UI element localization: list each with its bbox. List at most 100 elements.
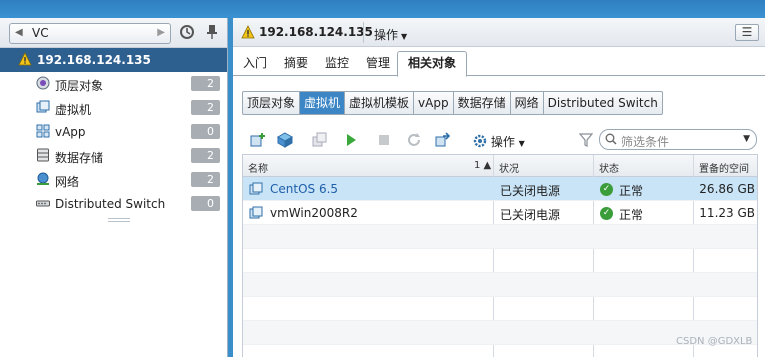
subtab-networks[interactable]: 网络 [511, 92, 544, 114]
navigator-panel: ◀ VC ▶ 192.168.124.135 顶层对象 2 虚拟机 2 vApp… [0, 18, 228, 357]
top-banner [0, 0, 765, 18]
vm-icon [249, 206, 263, 220]
tab-monitor[interactable]: 监控 [325, 54, 349, 71]
actions-label: 操作 [374, 28, 399, 42]
back-navigation-label: VC [32, 26, 49, 40]
chevron-down-icon[interactable]: ▼ [743, 134, 750, 144]
object-header: 192.168.124.135 操作 ▼ ☰ [233, 18, 765, 47]
empty-row [243, 225, 757, 249]
count-badge: 2 [191, 172, 220, 187]
tree-item-top-objects[interactable]: 顶层对象 2 [0, 72, 227, 96]
subtab-vm-templates[interactable]: 虚拟机模板 [345, 92, 415, 114]
migrate-icon[interactable] [435, 132, 451, 148]
tree-item-label: 虚拟机 [55, 103, 92, 117]
chevron-down-icon: ▼ [518, 139, 525, 148]
warning-icon [241, 25, 255, 42]
tree-item-label: Distributed Switch [55, 197, 166, 211]
count-badge: 0 [191, 196, 220, 211]
count-badge: 2 [191, 148, 220, 163]
warning-icon [18, 52, 32, 69]
history-icon[interactable] [178, 24, 196, 42]
tab-related-objects[interactable]: 相关对象 [397, 51, 467, 77]
tab-manage[interactable]: 管理 [366, 54, 390, 71]
tab-summary[interactable]: 摘要 [284, 54, 308, 71]
host-row[interactable]: 192.168.124.135 [0, 48, 227, 72]
vm-grid: 名称 1 ▲ 状况 状态 置备的空间 CentOS 6.5 已关闭电源 ✓ 正常… [242, 154, 758, 357]
tree-item-label: vApp [55, 125, 86, 139]
power-off-icon[interactable] [376, 132, 392, 148]
host-name: 192.168.124.135 [37, 53, 151, 67]
actions-menu-button[interactable]: 操作 ▼ [374, 26, 407, 43]
check-circle-icon: ✓ [600, 207, 613, 220]
power-on-icon[interactable] [343, 132, 359, 148]
status-text: 正常 [619, 184, 644, 198]
provisioned-space: 11.23 GB [699, 206, 755, 220]
subtab-vapp[interactable]: vApp [414, 92, 454, 114]
vm-icon [249, 182, 263, 196]
chevron-down-icon: ▼ [401, 32, 408, 41]
count-badge: 0 [191, 124, 220, 139]
table-row[interactable]: CentOS 6.5 已关闭电源 ✓ 正常 26.86 GB [243, 177, 757, 201]
status-text: 正常 [619, 208, 644, 222]
filter-input[interactable]: 筛选条件 ▼ [599, 129, 757, 150]
tree-item-label: 数据存储 [55, 151, 104, 165]
forward-arrow-icon: ▶ [157, 27, 165, 38]
divider [363, 22, 364, 43]
back-navigation-button[interactable]: ◀ VC ▶ [9, 23, 171, 44]
subtab-top-objects[interactable]: 顶层对象 [243, 92, 301, 114]
grid-header: 名称 1 ▲ 状况 状态 置备的空间 [243, 155, 757, 177]
vm-name[interactable]: vmWin2008R2 [270, 206, 358, 220]
refresh-icon[interactable] [406, 132, 422, 148]
column-header-provisioned-space[interactable]: 置备的空间 [699, 160, 749, 175]
empty-row [243, 297, 757, 321]
vm-name-link[interactable]: CentOS 6.5 [270, 182, 338, 196]
power-state: 已关闭电源 [500, 184, 561, 198]
grid-actions-label: 操作 [490, 135, 515, 149]
sort-indicator[interactable]: 1 ▲ [474, 160, 491, 171]
object-tabs: 入门 摘要 监控 管理 相关对象 [233, 49, 765, 77]
grid-actions-button[interactable]: 操作 ▼ [473, 133, 525, 150]
count-badge: 2 [191, 76, 220, 91]
navigator-toolbar: ◀ VC ▶ [0, 18, 227, 48]
tab-getting-started[interactable]: 入门 [243, 54, 267, 71]
column-header-status[interactable]: 状态 [599, 160, 619, 175]
new-vm-icon[interactable] [250, 132, 266, 148]
panel-menu-button[interactable]: ☰ [735, 24, 759, 41]
related-object-subtabs: 顶层对象 虚拟机 虚拟机模板 vApp 数据存储 网络 Distributed … [242, 91, 663, 115]
pin-icon[interactable] [203, 24, 221, 42]
deploy-template-icon[interactable] [276, 132, 294, 148]
table-row[interactable]: vmWin2008R2 已关闭电源 ✓ 正常 11.23 GB [243, 201, 757, 225]
distributed-switch-icon [36, 196, 50, 210]
filter-placeholder: 筛选条件 [621, 135, 670, 149]
object-title: 192.168.124.135 [259, 25, 373, 39]
subtab-vms[interactable]: 虚拟机 [300, 92, 346, 114]
gear-icon [473, 134, 487, 148]
column-header-name[interactable]: 名称 [248, 160, 268, 175]
provisioned-space: 26.86 GB [699, 182, 755, 196]
subtab-datastores[interactable]: 数据存储 [454, 92, 511, 114]
check-circle-icon: ✓ [600, 183, 613, 196]
subtab-distributed-switch[interactable]: Distributed Switch [544, 92, 662, 114]
tree-item-distributed-switch[interactable]: Distributed Switch 0 [0, 192, 227, 216]
power-state: 已关闭电源 [500, 208, 561, 222]
vm-icon [36, 100, 50, 114]
top-objects-icon [36, 76, 50, 90]
tree-item-label: 网络 [55, 175, 80, 189]
watermark: CSDN @GDXLB [676, 336, 753, 347]
filter-icon[interactable] [578, 132, 594, 148]
tree-item-datastores[interactable]: 数据存储 2 [0, 144, 227, 168]
column-header-state[interactable]: 状况 [499, 160, 519, 175]
resize-grip[interactable] [108, 218, 130, 222]
tree-item-vms[interactable]: 虚拟机 2 [0, 96, 227, 120]
tree-item-vapp[interactable]: vApp 0 [0, 120, 227, 144]
content-panel: 192.168.124.135 操作 ▼ ☰ 入门 摘要 监控 管理 相关对象 顶… [233, 18, 765, 357]
grid-toolbar: 操作 ▼ 筛选条件 ▼ [233, 128, 765, 154]
tree-item-label: 顶层对象 [55, 79, 104, 93]
count-badge: 2 [191, 100, 220, 115]
network-icon [36, 172, 50, 186]
tree-item-networks[interactable]: 网络 2 [0, 168, 227, 192]
empty-row [243, 273, 757, 297]
back-arrow-icon: ◀ [15, 27, 23, 38]
clone-icon[interactable] [312, 132, 328, 148]
datastore-icon [36, 148, 50, 162]
